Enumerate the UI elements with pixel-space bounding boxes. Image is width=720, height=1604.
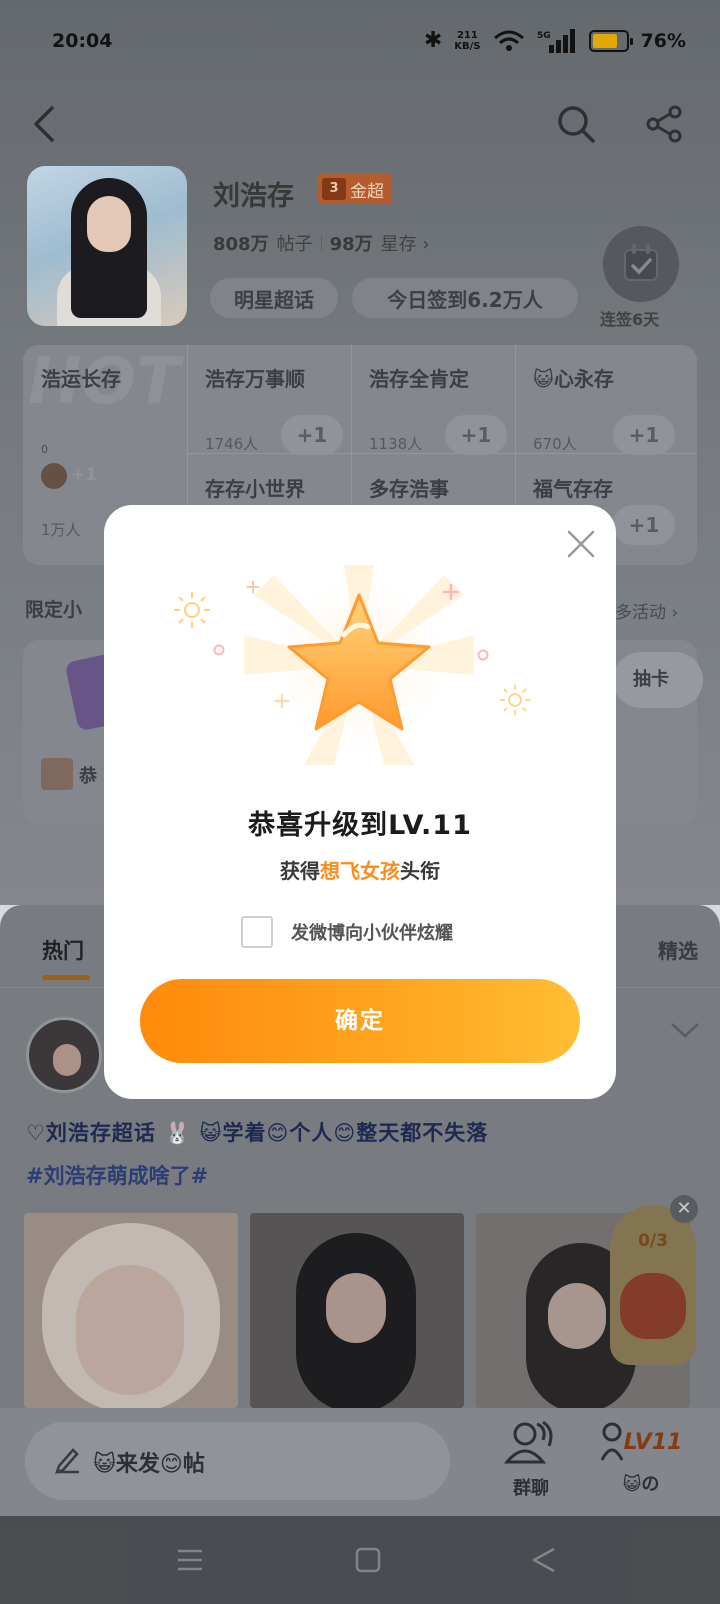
confirm-button[interactable]: 确定 [140,979,580,1063]
share-weibo-checkbox[interactable] [241,916,273,948]
dialog-subtitle: 获得想飞女孩头衔 [104,855,616,884]
share-weibo-option[interactable]: 发微博向小伙伴炫耀 [241,916,453,948]
dot-sparkle-icon [213,644,225,656]
star-icon [244,565,474,765]
plus-sparkle-icon [443,584,459,600]
share-weibo-label: 发微博向小伙伴炫耀 [291,923,453,944]
sparkle-icon [499,684,531,716]
close-icon[interactable] [566,529,596,559]
dot-sparkle-icon [477,649,489,661]
plus-sparkle-icon [246,580,260,594]
subtitle-prefix: 获得 [280,859,320,883]
plus-sparkle-icon [274,693,290,709]
level-up-dialog: 恭喜升级到LV.11 获得想飞女孩头衔 发微博向小伙伴炫耀 确定 [104,505,616,1099]
title-reward: 想飞女孩 [320,859,400,883]
dialog-title: 恭喜升级到LV.11 [248,810,472,841]
sparkle-icon [174,592,210,628]
subtitle-suffix: 头衔 [400,859,440,883]
